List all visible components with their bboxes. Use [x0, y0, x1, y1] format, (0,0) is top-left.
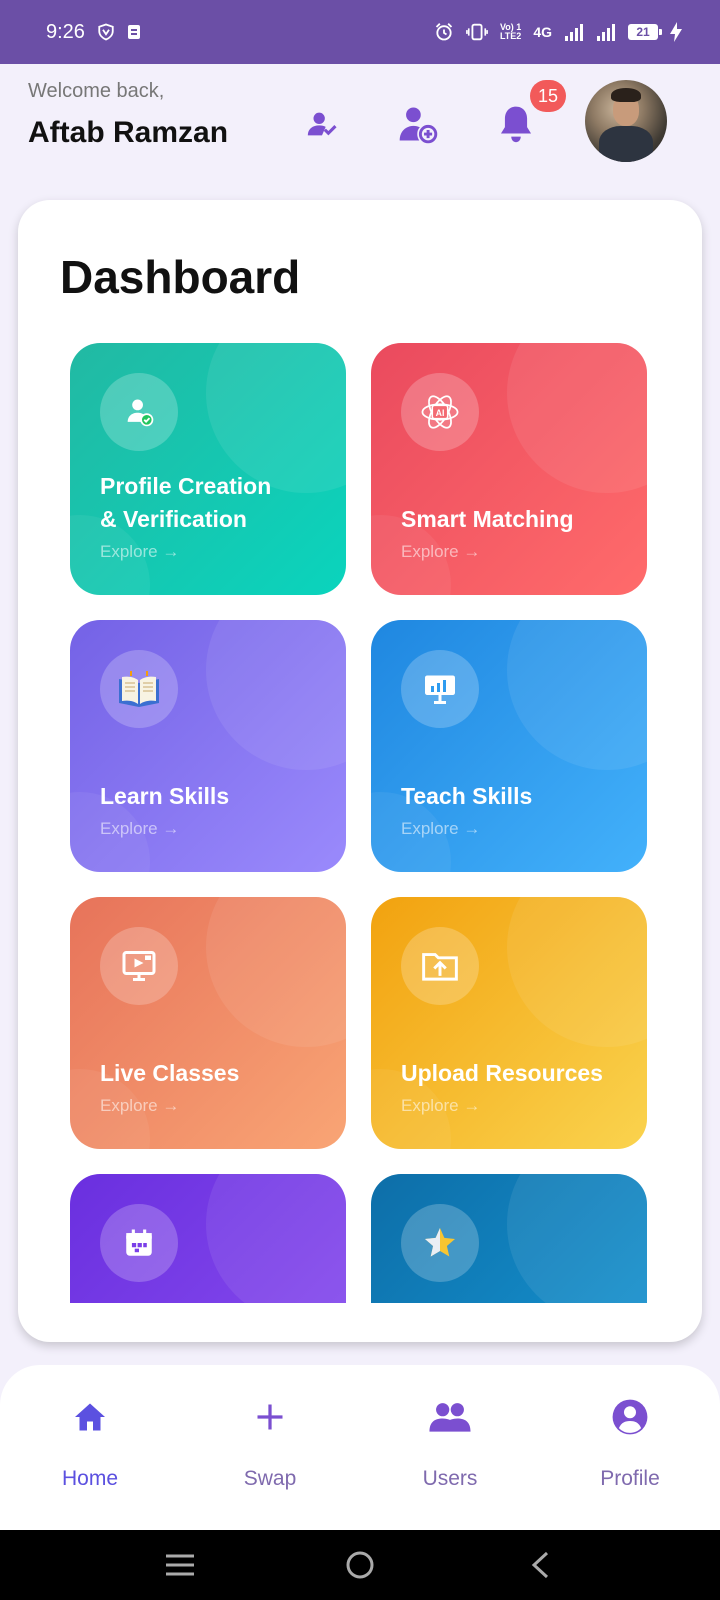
- tile-title: Live Classes: [100, 1060, 240, 1086]
- explore-link[interactable]: Explore →: [401, 1096, 480, 1116]
- vpn-shield-icon: [97, 23, 115, 41]
- back-chevron-icon: [531, 1551, 549, 1579]
- vibrate-icon: [466, 22, 488, 42]
- video-screen-icon: [100, 927, 178, 1005]
- svg-text:AI: AI: [436, 408, 445, 418]
- user-plus-icon: [399, 107, 438, 144]
- avatar-body: [599, 126, 653, 162]
- tile-title: Upload Resources: [401, 1060, 603, 1086]
- tile-upload-resources[interactable]: Upload Resources Explore →: [371, 897, 647, 1149]
- explore-link[interactable]: Explore →: [100, 819, 179, 839]
- users-icon: [428, 1395, 472, 1439]
- tile-title: Teach Skills: [401, 783, 533, 809]
- explore-link[interactable]: Explore →: [401, 819, 480, 839]
- tile-profile-verification[interactable]: Profile Creation & Verification Explore …: [70, 343, 346, 595]
- tile-title-line2: & Verification: [100, 506, 247, 532]
- tile-calendar[interactable]: [70, 1174, 346, 1303]
- star-icon: [401, 1204, 479, 1282]
- home-icon: [68, 1395, 112, 1439]
- calendar-icon: [100, 1204, 178, 1282]
- tile-title: Smart Matching: [401, 506, 574, 532]
- explore-link[interactable]: Explore →: [401, 542, 480, 562]
- user-verified-icon: [100, 373, 178, 451]
- tile-smart-matching[interactable]: AI Smart Matching Explore →: [371, 343, 647, 595]
- folder-upload-icon: [401, 927, 479, 1005]
- status-time: 9:26: [46, 20, 85, 43]
- tile-live-classes[interactable]: Live Classes Explore →: [70, 897, 346, 1149]
- add-user-button[interactable]: [394, 100, 442, 148]
- dashboard-card: Dashboard Profile Creation & Verificatio…: [18, 200, 702, 1342]
- header: Welcome back, Aftab Ramzan 15: [0, 64, 720, 194]
- battery-level: 21: [628, 24, 662, 40]
- charging-bolt-icon: [670, 22, 682, 42]
- dashboard-tiles: Profile Creation & Verification Explore …: [70, 343, 650, 1303]
- ai-atom-icon: AI: [401, 373, 479, 451]
- recent-apps-button[interactable]: [150, 1535, 210, 1595]
- nav-home[interactable]: Home: [0, 1365, 180, 1530]
- plus-icon: [248, 1395, 292, 1439]
- nav-swap[interactable]: Swap: [180, 1365, 360, 1530]
- status-bar: 9:26 Vo) 1 LTE2 4G 21: [0, 0, 720, 64]
- signal-strength-2-icon: [596, 23, 616, 41]
- avatar[interactable]: [585, 80, 667, 162]
- nav-users[interactable]: Users: [360, 1365, 540, 1530]
- network-type: 4G: [533, 24, 552, 40]
- notifications-button[interactable]: [492, 100, 540, 148]
- tile-rating[interactable]: [371, 1174, 647, 1303]
- nav-label: Home: [61, 1467, 119, 1490]
- user-check-icon: [307, 112, 337, 136]
- circle-home-icon: [346, 1551, 374, 1579]
- back-button[interactable]: [510, 1535, 570, 1595]
- volte-indicator: Vo) 1 LTE2: [500, 23, 521, 41]
- menu-lines-icon: [166, 1554, 194, 1576]
- explore-link[interactable]: Explore →: [100, 1096, 179, 1116]
- status-left: 9:26: [46, 21, 141, 44]
- bottom-navigation: Home Swap Users Profile: [0, 1365, 720, 1530]
- status-right: Vo) 1 LTE2 4G 21: [434, 22, 682, 42]
- home-system-button[interactable]: [330, 1535, 390, 1595]
- alarm-icon: [434, 22, 454, 42]
- presentation-board-icon: [401, 650, 479, 728]
- system-navigation-bar: [0, 1530, 720, 1600]
- tile-title: Learn Skills: [100, 783, 230, 809]
- signal-strength-icon: [564, 23, 584, 41]
- nav-label: Profile: [600, 1467, 660, 1490]
- nav-label: Users: [422, 1467, 478, 1490]
- tile-title: Profile Creation: [100, 473, 272, 499]
- explore-link[interactable]: Explore →: [100, 542, 179, 562]
- sim-notification-icon: [127, 24, 141, 40]
- tile-teach-skills[interactable]: Teach Skills Explore →: [371, 620, 647, 872]
- avatar-hair: [611, 88, 641, 102]
- dashboard-title: Dashboard: [60, 251, 301, 303]
- open-book-icon: [100, 650, 178, 728]
- nav-label: Swap: [243, 1467, 297, 1490]
- verified-user-button[interactable]: [298, 100, 346, 148]
- notification-badge: 15: [530, 80, 566, 112]
- user-name: Aftab Ramzan: [28, 116, 229, 149]
- profile-icon: [608, 1395, 652, 1439]
- welcome-text: Welcome back,: [28, 80, 165, 102]
- bell-icon: [500, 106, 532, 143]
- tile-learn-skills[interactable]: Learn Skills Explore →: [70, 620, 346, 872]
- nav-profile[interactable]: Profile: [540, 1365, 720, 1530]
- lte-label: LTE2: [499, 31, 522, 41]
